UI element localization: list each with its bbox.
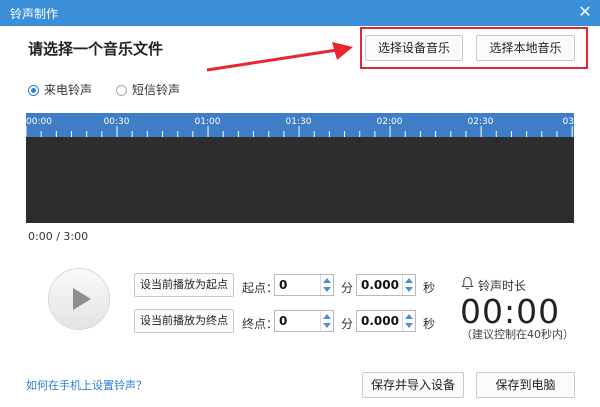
stepper-up-icon[interactable] [405, 314, 413, 319]
radio-label: 来电铃声 [44, 83, 93, 97]
start-seconds-value[interactable]: 0.000 [361, 278, 399, 292]
save-to-pc-button[interactable]: 保存到电脑 [476, 372, 575, 398]
tick-label: 02:00 [377, 117, 403, 127]
tick-label: 00:30 [104, 117, 130, 127]
set-start-button[interactable]: 设当前播放为起点 [134, 273, 234, 297]
red-arrow-icon [206, 42, 353, 72]
minute-unit: 分 [341, 317, 354, 331]
play-button[interactable] [48, 268, 110, 330]
ruler-labels: 00:00 00:30 01:00 01:30 02:00 02:30 03 [26, 117, 574, 127]
minute-unit: 分 [341, 281, 354, 295]
tick-label: 02:30 [468, 117, 494, 127]
stepper-down-icon[interactable] [323, 323, 331, 328]
radio-checked-icon[interactable] [28, 85, 39, 96]
select-device-music-button[interactable]: 选择设备音乐 [365, 35, 463, 61]
end-minutes-stepper[interactable]: 0 [274, 310, 334, 332]
window-title: 铃声制作 [10, 7, 59, 21]
play-icon [73, 288, 91, 310]
stepper-down-icon[interactable] [405, 323, 413, 328]
second-unit: 秒 [423, 281, 436, 295]
start-minutes-value[interactable]: 0 [279, 278, 287, 292]
radio-unchecked-icon[interactable] [116, 85, 127, 96]
end-seconds-stepper[interactable]: 0.000 [356, 310, 416, 332]
title-bar: 铃声制作 ✕ [0, 0, 600, 26]
close-icon[interactable]: ✕ [576, 3, 594, 21]
waveform-area[interactable] [26, 137, 574, 223]
radio-incoming-call[interactable]: 来电铃声 [28, 81, 92, 98]
tick-label: 01:00 [195, 117, 221, 127]
start-minutes-stepper[interactable]: 0 [274, 274, 334, 296]
stepper-down-icon[interactable] [323, 287, 331, 292]
stepper-down-icon[interactable] [405, 287, 413, 292]
tick-label: 03 [563, 117, 574, 127]
save-and-import-button[interactable]: 保存并导入设备 [362, 372, 464, 398]
help-link[interactable]: 如何在手机上设置铃声？ [26, 377, 147, 393]
end-label: 终点： [242, 317, 279, 331]
start-label: 起点： [242, 281, 279, 295]
radio-sms[interactable]: 短信铃声 [116, 81, 180, 98]
page-title: 请选择一个音乐文件 [28, 40, 164, 58]
start-seconds-stepper[interactable]: 0.000 [356, 274, 416, 296]
set-end-button[interactable]: 设当前播放为终点 [134, 309, 234, 333]
second-unit: 秒 [423, 317, 436, 331]
stepper-up-icon[interactable] [323, 314, 331, 319]
tick-label: 01:30 [286, 117, 312, 127]
stepper-up-icon[interactable] [405, 278, 413, 283]
radio-label: 短信铃声 [132, 83, 181, 97]
waveform-timeline[interactable]: 00:00 00:30 01:00 01:30 02:00 02:30 03 [26, 113, 574, 223]
bell-icon [461, 276, 474, 290]
current-time-readout: 0:00 / 3:00 [28, 230, 89, 243]
duration-hint: （建议控制在40秒内） [461, 328, 574, 341]
select-local-music-button[interactable]: 选择本地音乐 [476, 35, 575, 61]
end-seconds-value[interactable]: 0.000 [361, 314, 399, 328]
tick-label: 00:00 [26, 117, 52, 127]
end-minutes-value[interactable]: 0 [279, 314, 287, 328]
stepper-up-icon[interactable] [323, 278, 331, 283]
